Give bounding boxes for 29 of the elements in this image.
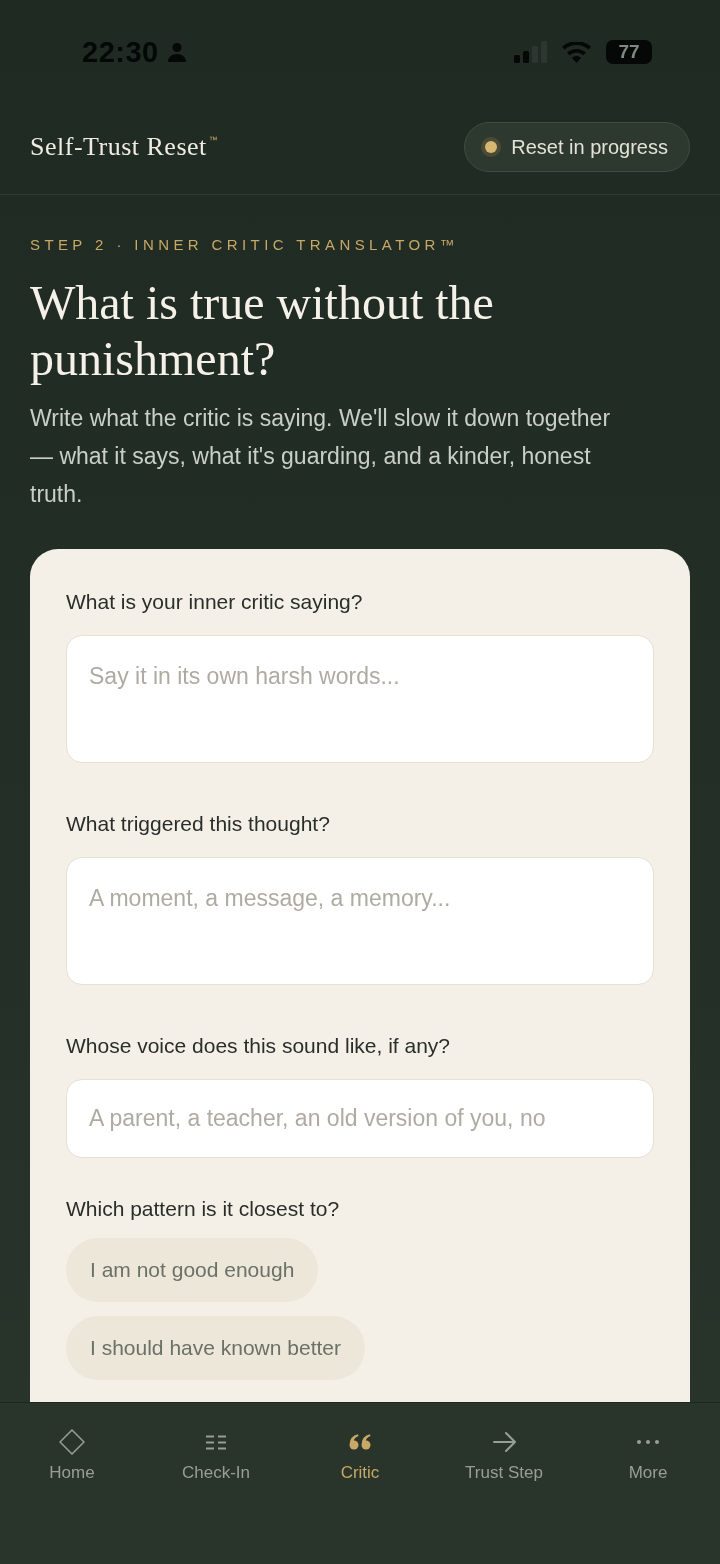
text-area-field[interactable]: A moment, a message, a memory... <box>66 857 654 985</box>
more-icon <box>637 1440 659 1444</box>
nav-tab[interactable]: More <box>576 1428 720 1483</box>
field-label: What is your inner critic saying? <box>66 589 364 615</box>
arrow-icon <box>492 1432 516 1452</box>
battery-indicator: 77 <box>606 40 652 64</box>
page-description: Write what the critic is saying. We'll slow it down together — what it says, what it's guarding, and a kinder, honest truth. <box>30 404 612 509</box>
nav-tab[interactable]: Check-In <box>144 1428 288 1483</box>
quote-icon <box>349 1434 371 1450</box>
nav-tab[interactable]: Trust Step <box>432 1428 576 1483</box>
text-input-field[interactable]: A parent, a teacher, an old version of you, no <box>66 1079 654 1158</box>
nav-tab[interactable]: Home <box>0 1428 144 1483</box>
wifi-icon <box>562 41 591 63</box>
person-icon <box>166 42 187 62</box>
status-dot-icon <box>481 137 502 157</box>
pattern-chip[interactable]: I should have known better <box>66 1316 365 1380</box>
field-label: Whose voice does this sound like, if any? <box>66 1033 452 1059</box>
status-text: Reset in progress <box>511 135 668 159</box>
page-title: What is true without the punishment? <box>30 275 495 387</box>
list-icon <box>206 1434 226 1450</box>
text-area-field[interactable]: Say it in its own harsh words... <box>66 635 654 763</box>
app-title: Self-Trust Reset$^{™}$ <box>30 132 219 162</box>
nav-tab[interactable]: Critic <box>288 1428 432 1483</box>
step-label: STEP 2 · INNER CRITIC TRANSLATOR™ <box>30 235 461 255</box>
field-label: Which pattern is it closest to? <box>66 1196 341 1222</box>
field-label: What triggered this thought? <box>66 811 331 837</box>
pattern-chip[interactable]: I am not good enough <box>66 1238 319 1302</box>
signal-icon <box>514 41 547 63</box>
home-icon <box>59 1429 85 1455</box>
